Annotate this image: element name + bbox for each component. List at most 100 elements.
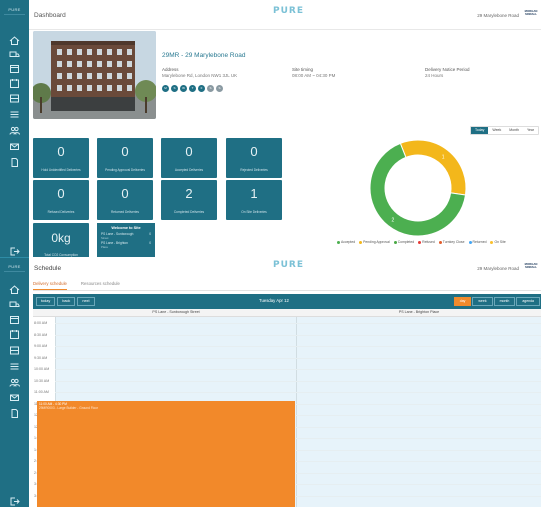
day-tag: T xyxy=(189,85,196,92)
schedule-title: Schedule xyxy=(34,265,62,272)
donut-slice-pending-approval[interactable] xyxy=(399,139,467,196)
today-button[interactable]: today xyxy=(36,297,56,306)
legend-item[interactable]: Turnkey Close xyxy=(438,240,465,244)
logout-icon[interactable] xyxy=(9,496,20,507)
home-icon[interactable] xyxy=(9,284,20,295)
site-timing-label: Site timing xyxy=(292,67,314,72)
welcome-row-sub: Place xyxy=(101,245,108,249)
tile-label: Refused Deliveries xyxy=(47,210,75,214)
period-week-button[interactable]: Week xyxy=(488,127,506,134)
time-slot-line xyxy=(55,369,541,370)
calendar-nav: today back next xyxy=(36,297,95,306)
tile-refused-deliveries[interactable]: 0 Refused Deliveries xyxy=(33,180,89,220)
legend-item[interactable]: Refused xyxy=(418,240,435,244)
schedule-icon[interactable] xyxy=(9,329,20,340)
time-slot-line xyxy=(55,357,541,359)
welcome-row-count: 0 xyxy=(149,241,151,245)
tile-label: Returned Deliveries xyxy=(111,210,139,214)
period-year-button[interactable]: Year xyxy=(522,127,539,134)
tab-delivery-schedule[interactable]: Delivery schedule xyxy=(33,281,67,290)
legend-item[interactable]: Completed xyxy=(393,240,415,244)
tile-completed-deliveries[interactable]: 2 Completed Deliveries xyxy=(161,180,217,220)
truck-icon[interactable] xyxy=(9,49,20,60)
brand-subtext xyxy=(273,271,301,274)
tile-value: 2 xyxy=(185,186,193,201)
building-name: 29 Marylebone Road xyxy=(477,13,519,18)
storage-icon[interactable] xyxy=(9,345,20,356)
legend-item[interactable]: Accepted xyxy=(337,240,355,244)
time-slot-label: 11:00 AM xyxy=(34,390,49,394)
period-today-button[interactable]: Today xyxy=(471,127,489,134)
schedule-icon[interactable] xyxy=(9,78,20,89)
donut-slice-label: 1 xyxy=(442,154,445,160)
truck-icon[interactable] xyxy=(9,299,20,310)
legend-label: Completed xyxy=(397,240,415,244)
legend-item[interactable]: Pending Approval xyxy=(359,240,390,244)
legend-label: On Site xyxy=(494,240,506,244)
tab-resources-schedule[interactable]: Resources schedule xyxy=(81,281,120,290)
logout-icon[interactable] xyxy=(9,246,20,257)
legend-label: Turnkey Close xyxy=(442,240,465,244)
time-slot-label: 10:30 AM xyxy=(34,378,50,383)
back-button[interactable]: back xyxy=(57,297,76,306)
view-week-button[interactable]: week xyxy=(472,297,493,306)
legend-swatch xyxy=(359,240,363,244)
donut-slice-label: 2 xyxy=(391,218,394,224)
legend-item[interactable]: Returned xyxy=(468,240,486,244)
time-slot-line xyxy=(55,380,541,382)
tile-accepted-deliveries[interactable]: 0 Accepted Deliveries xyxy=(161,138,217,178)
notice-value: 24 Hours xyxy=(425,73,444,78)
calendar-icon[interactable] xyxy=(9,314,20,325)
view-agenda-button[interactable]: agenda xyxy=(516,297,540,306)
home-icon[interactable] xyxy=(9,35,20,46)
delivery-event[interactable]: 11:00 AM - 4:30 PM 29MR0003 - Large Buil… xyxy=(37,401,295,507)
view-month-button[interactable]: month xyxy=(493,297,516,306)
tile-value: 0 xyxy=(57,144,65,159)
tile-value: 0 xyxy=(121,144,129,159)
day-tag: M xyxy=(162,85,169,92)
users-icon[interactable] xyxy=(9,377,20,388)
legend-label: Pending Approval xyxy=(363,240,390,244)
document-icon[interactable] xyxy=(9,157,20,168)
day-tag: S xyxy=(216,85,223,92)
calendar-date: Tuesday Apr 12 xyxy=(259,298,289,303)
schedule-header: Schedule PURE 29 Marylebone Road MORGAN S… xyxy=(29,257,541,282)
time-slot-label: 10:00 AM xyxy=(34,367,50,371)
filter-icon[interactable] xyxy=(9,361,20,372)
brand-logo: PURE xyxy=(273,260,303,276)
users-icon[interactable] xyxy=(9,125,20,136)
address-value: Marylebone Rd, London NW1 3JL UK xyxy=(162,73,238,78)
day-tag: S xyxy=(207,85,214,92)
time-slot-line xyxy=(55,323,541,324)
period-month-button[interactable]: Month xyxy=(505,127,523,134)
calendar-icon[interactable] xyxy=(9,63,20,74)
time-slot-line xyxy=(55,346,541,347)
document-icon[interactable] xyxy=(9,408,20,419)
tile-onsite-deliveries[interactable]: 1 On Site Deliveries xyxy=(226,180,282,220)
developer-logo: MORGAN SINDALL xyxy=(524,262,538,270)
tile-rejected-deliveries[interactable]: 0 Rejected Deliveries xyxy=(226,138,282,178)
calendar-toolbar: today back next Tuesday Apr 12 day week … xyxy=(33,294,541,309)
tabs-divider xyxy=(33,290,541,291)
time-slot-label: 8:30 AM xyxy=(34,332,48,337)
legend-swatch xyxy=(468,240,472,244)
tile-label: Hold Unidentified Deliveries xyxy=(41,168,81,172)
tile-value: 0 xyxy=(250,144,258,159)
time-slot-label: 8:00 AM xyxy=(34,321,48,325)
tile-hold-deliveries[interactable]: 0 Hold Unidentified Deliveries xyxy=(33,138,89,178)
site-day-tags: M S W T F S S xyxy=(162,85,223,92)
filter-icon[interactable] xyxy=(9,109,20,120)
tile-returned-deliveries[interactable]: 0 Returned Deliveries xyxy=(97,180,153,220)
sidebar-schedule: PURE xyxy=(0,257,29,507)
view-day-button[interactable]: day xyxy=(453,297,472,306)
tile-pending-deliveries[interactable]: 0 Pending Approval Deliveries xyxy=(97,138,153,178)
tile-value: 0 xyxy=(57,186,65,201)
legend-item[interactable]: On Site xyxy=(490,240,506,244)
day-tag: W xyxy=(180,85,187,92)
mail-icon[interactable] xyxy=(9,141,20,152)
mail-icon[interactable] xyxy=(9,392,20,403)
building-photo xyxy=(33,31,156,119)
storage-icon[interactable] xyxy=(9,93,20,104)
time-slot-label: 9:30 AM xyxy=(34,355,48,360)
next-button[interactable]: next xyxy=(77,297,95,306)
